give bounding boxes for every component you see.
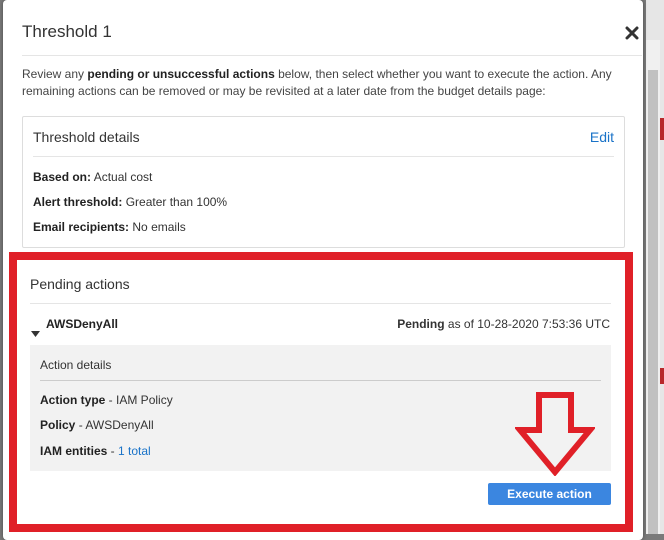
panel-title: Threshold details bbox=[33, 129, 140, 145]
detail-row-alert-threshold: Alert threshold: Greater than 100% bbox=[33, 195, 228, 209]
panel-divider bbox=[33, 156, 614, 157]
down-arrow-annotation bbox=[515, 392, 595, 476]
modal-title: Threshold 1 bbox=[22, 22, 112, 41]
edit-link[interactable]: Edit bbox=[590, 129, 614, 145]
scrollbar-thumb[interactable] bbox=[648, 70, 658, 534]
header-divider bbox=[22, 55, 642, 56]
backdrop-red-mark bbox=[660, 368, 664, 384]
modal-header: Threshold 1 bbox=[3, 0, 643, 56]
detail-row-email-recipients: Email recipients: No emails bbox=[33, 220, 186, 234]
threshold-details-panel: Threshold details Edit Based on: Actual … bbox=[22, 116, 625, 248]
detail-row-based-on: Based on: Actual cost bbox=[33, 170, 153, 184]
close-icon[interactable] bbox=[623, 22, 641, 42]
backdrop-red-mark bbox=[660, 118, 664, 140]
intro-text: Review any pending or unsuccessful actio… bbox=[22, 67, 612, 98]
